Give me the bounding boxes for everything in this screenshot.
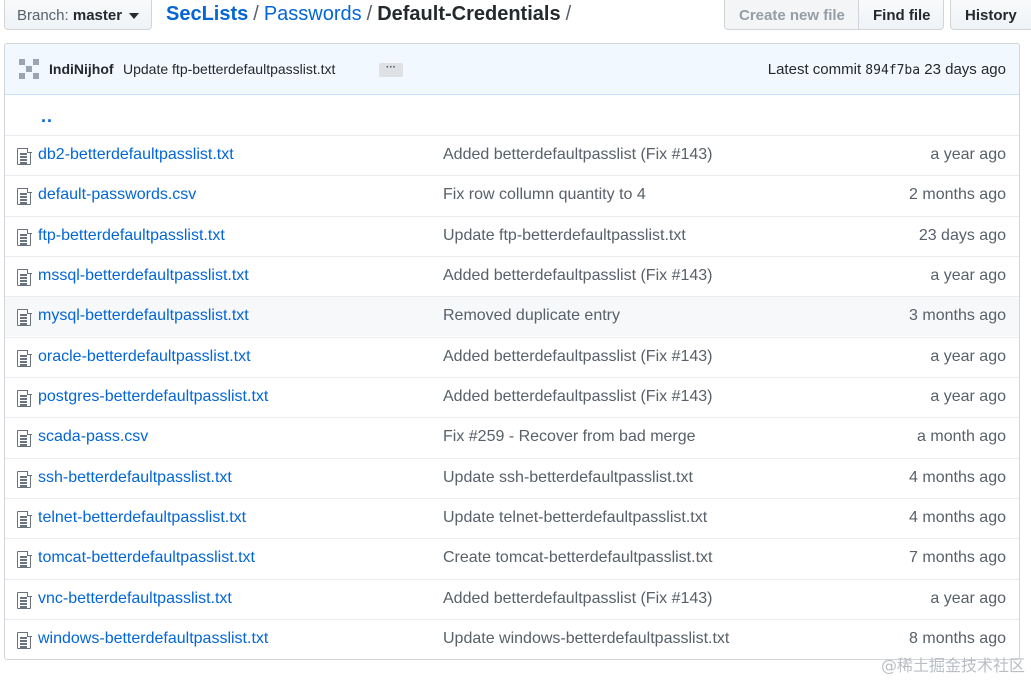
file-age: a year ago [930, 146, 1006, 163]
table-row: telnet-betterdefaultpasslist.txt Update … [5, 498, 1019, 538]
commit-message-link[interactable]: Create tomcat-betterdefaultpasslist.txt [443, 549, 712, 567]
file-icon [17, 470, 32, 488]
file-age: a year ago [930, 267, 1006, 284]
table-row: postgres-betterdefaultpasslist.txt Added… [5, 377, 1019, 417]
latest-commit-label: Latest commit [767, 61, 862, 78]
create-new-file-button[interactable]: Create new file [724, 0, 859, 30]
table-row: mysql-betterdefaultpasslist.txt Removed … [5, 296, 1019, 336]
commit-sha-link[interactable]: 894f7ba [865, 63, 920, 78]
file-icon [17, 389, 32, 407]
commit-message-link[interactable]: Added betterdefaultpasslist (Fix #143) [443, 388, 712, 406]
commit-age: 23 days ago [924, 61, 1006, 78]
file-age: 2 months ago [909, 186, 1006, 203]
file-name-link[interactable]: ftp-betterdefaultpasslist.txt [38, 227, 225, 245]
file-age: 23 days ago [918, 227, 1006, 244]
file-icon [17, 631, 32, 649]
file-icon [17, 308, 32, 326]
file-name-link[interactable]: scada-pass.csv [38, 428, 148, 446]
repo-toolbar: Branch: master SecLists / Passwords / Defaul… [0, 0, 1031, 34]
table-row: db2-betterdefaultpasslist.txt Added bett… [5, 135, 1019, 175]
file-age: 4 months ago [909, 469, 1006, 486]
avatar[interactable] [19, 59, 39, 79]
branch-select-button[interactable]: Branch: master [4, 0, 152, 30]
expand-commit-button[interactable]: ··· [379, 63, 403, 77]
file-name-link[interactable]: postgres-betterdefaultpasslist.txt [38, 388, 268, 406]
file-name-link[interactable]: ssh-betterdefaultpasslist.txt [38, 469, 232, 487]
file-actions: Create new file Find file History [724, 0, 1031, 30]
file-name-link[interactable]: windows-betterdefaultpasslist.txt [38, 630, 268, 648]
breadcrumb-separator: / [366, 3, 373, 25]
file-age: 3 months ago [909, 307, 1006, 324]
chevron-down-icon [129, 13, 139, 19]
commit-message-link[interactable]: Update telnet-betterdefaultpasslist.txt [443, 509, 707, 527]
commit-message-link[interactable]: Added betterdefaultpasslist (Fix #143) [443, 267, 712, 285]
commit-message-link[interactable]: Added betterdefaultpasslist (Fix #143) [443, 348, 712, 366]
file-icon [17, 510, 32, 528]
table-row: scada-pass.csv Fix #259 - Recover from b… [5, 417, 1019, 457]
file-name-link[interactable]: vnc-betterdefaultpasslist.txt [38, 590, 232, 608]
table-row: ftp-betterdefaultpasslist.txt Update ftp… [5, 216, 1019, 256]
file-name-link[interactable]: default-passwords.csv [38, 186, 196, 204]
breadcrumb-repo-link[interactable]: SecLists [166, 3, 248, 25]
file-icon [17, 268, 32, 286]
commit-author-link[interactable]: IndiNijhof [49, 61, 114, 77]
find-file-button[interactable]: Find file [858, 0, 944, 30]
file-age: a year ago [930, 348, 1006, 365]
file-age: 8 months ago [909, 630, 1006, 647]
file-icon [17, 147, 32, 165]
file-name-link[interactable]: db2-betterdefaultpasslist.txt [38, 146, 234, 164]
table-row: ssh-betterdefaultpasslist.txt Update ssh… [5, 458, 1019, 498]
file-age: a year ago [930, 590, 1006, 607]
breadcrumb-current: Default-Credentials [377, 3, 561, 25]
breadcrumb: SecLists / Passwords / Default-Credentials / [166, 3, 576, 26]
table-row: default-passwords.csv Fix row collumn qu… [5, 175, 1019, 215]
file-name-link[interactable]: mssql-betterdefaultpasslist.txt [38, 267, 249, 285]
file-icon [17, 429, 32, 447]
branch-label: Branch: [17, 7, 69, 24]
file-icon [17, 228, 32, 246]
breadcrumb-trailing-separator: / [565, 3, 572, 25]
commit-message-link[interactable]: Fix #259 - Recover from bad merge [443, 428, 696, 446]
file-name-link[interactable]: mysql-betterdefaultpasslist.txt [38, 307, 249, 325]
commit-message-link[interactable]: Update windows-betterdefaultpasslist.txt [443, 630, 729, 648]
commit-message-link[interactable]: Fix row collumn quantity to 4 [443, 186, 646, 204]
parent-directory-link[interactable]: .. [41, 106, 53, 127]
table-row: mssql-betterdefaultpasslist.txt Added be… [5, 256, 1019, 296]
table-row: windows-betterdefaultpasslist.txt Update… [5, 619, 1019, 659]
history-button[interactable]: History [950, 0, 1031, 30]
latest-commit-bar: IndiNijhof Update ftp-betterdefaultpassl… [5, 44, 1019, 95]
commit-message-link[interactable]: Update ssh-betterdefaultpasslist.txt [443, 469, 693, 487]
file-age: 7 months ago [909, 549, 1006, 566]
file-name-link[interactable]: tomcat-betterdefaultpasslist.txt [38, 549, 255, 567]
commit-message-link[interactable]: Removed duplicate entry [443, 307, 620, 325]
file-age: a month ago [917, 428, 1006, 445]
file-list: IndiNijhof Update ftp-betterdefaultpassl… [4, 43, 1020, 660]
breadcrumb-separator: / [253, 3, 259, 25]
file-icon [17, 187, 32, 205]
table-row: vnc-betterdefaultpasslist.txt Added bett… [5, 579, 1019, 619]
parent-directory-row: .. [5, 96, 1019, 135]
file-icon [17, 349, 32, 367]
file-age: 4 months ago [909, 509, 1006, 526]
file-name-link[interactable]: telnet-betterdefaultpasslist.txt [38, 509, 246, 527]
table-row: oracle-betterdefaultpasslist.txt Added b… [5, 337, 1019, 377]
file-icon [17, 591, 32, 609]
commit-message-link[interactable]: Update ftp-betterdefaultpasslist.txt [123, 61, 335, 77]
commit-message-link[interactable]: Added betterdefaultpasslist (Fix #143) [443, 146, 712, 164]
watermark: @稀土掘金技术社区 [880, 656, 1025, 675]
breadcrumb-folder-link[interactable]: Passwords [264, 3, 362, 25]
commit-message-link[interactable]: Update ftp-betterdefaultpasslist.txt [443, 227, 686, 245]
latest-commit-info: Latest commit 894f7ba 23 days ago [768, 61, 1006, 78]
file-icon [17, 550, 32, 568]
file-age: a year ago [930, 388, 1006, 405]
branch-name: master [72, 7, 123, 24]
file-name-link[interactable]: oracle-betterdefaultpasslist.txt [38, 348, 251, 366]
commit-message-link[interactable]: Added betterdefaultpasslist (Fix #143) [443, 590, 712, 608]
table-row: tomcat-betterdefaultpasslist.txt Create … [5, 538, 1019, 578]
